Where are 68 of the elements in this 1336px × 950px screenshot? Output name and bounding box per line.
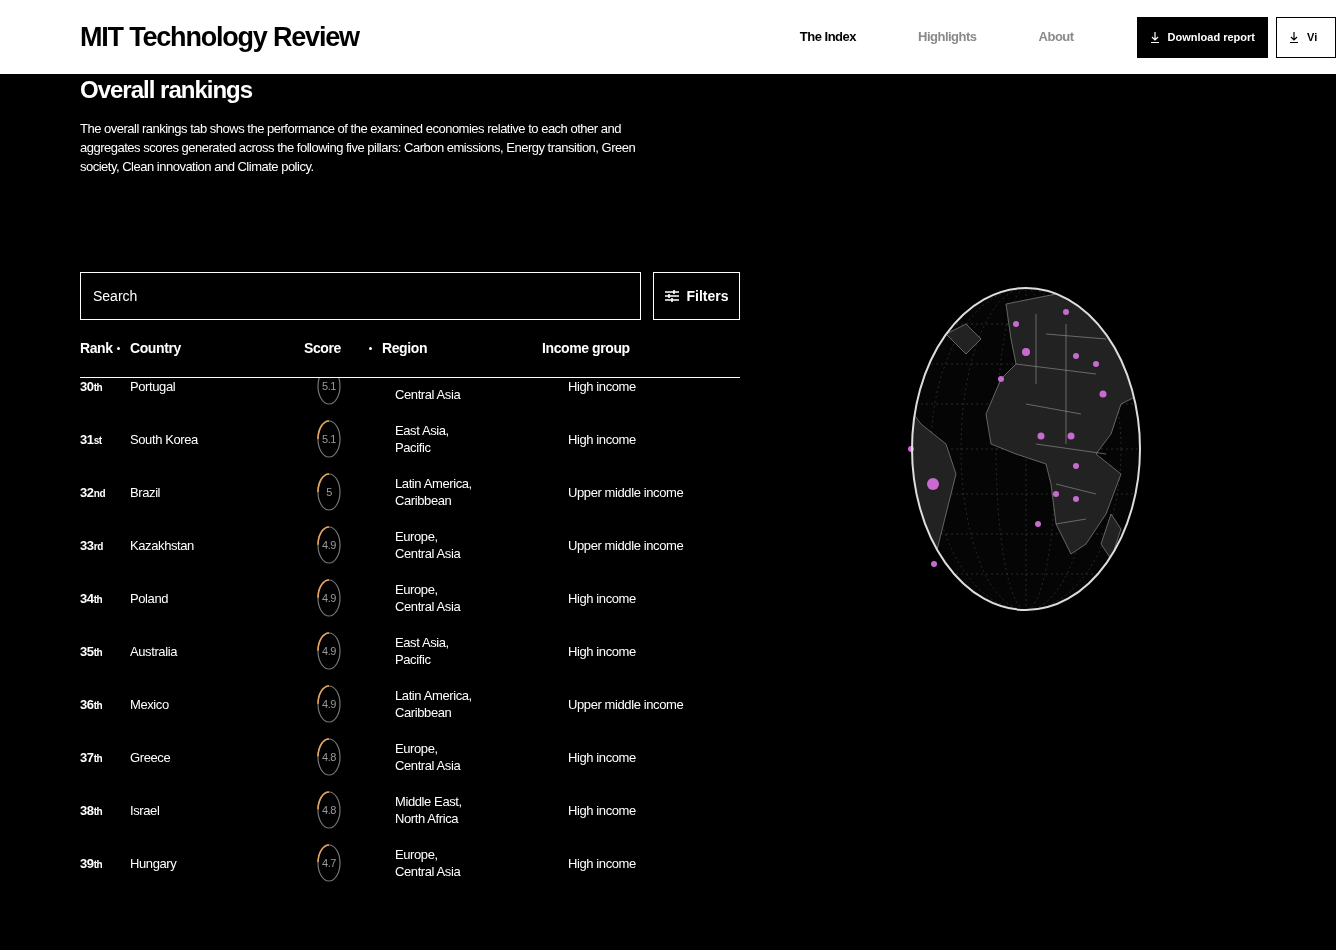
region-cell-text: Latin America, Caribbean bbox=[395, 474, 473, 509]
sliders-icon bbox=[664, 289, 681, 303]
score-value: 4.9 bbox=[321, 591, 337, 604]
column-header[interactable]: Country bbox=[130, 338, 181, 359]
income-cell: Upper middle income bbox=[568, 537, 684, 553]
income-cell: High income bbox=[568, 590, 636, 606]
rank-cell: 34th bbox=[80, 590, 103, 606]
income-cell: Upper middle income bbox=[568, 484, 684, 500]
column-header[interactable]: Income group bbox=[542, 338, 630, 359]
rank-cell: 36th bbox=[80, 696, 103, 712]
region-cell-text: Middle East, North Africa bbox=[395, 792, 463, 827]
country-cell: Brazil bbox=[130, 484, 161, 500]
region-cell-text: Europe, Central Asia bbox=[395, 580, 462, 615]
score-value: 4.9 bbox=[321, 644, 337, 657]
intro-paragraph: The overall rankings tab shows the performance of the examined economies relative to each other and aggregates scores generated across the following five pillars: Carbon emissions, Energy transition, Green society, Clean innovation and Climate policy. bbox=[80, 120, 637, 176]
score-value: 5.1 bbox=[321, 379, 337, 392]
income-cell: High income bbox=[568, 749, 636, 765]
region-cell-text: Europe, Central Asia bbox=[395, 527, 462, 562]
country-cell: Israel bbox=[130, 802, 160, 818]
download-icon bbox=[1289, 31, 1299, 43]
country-cell: Australia bbox=[130, 643, 177, 659]
country-cell: South Korea bbox=[130, 431, 198, 447]
section-heading: Overall rankings bbox=[80, 76, 253, 104]
rank-cell: 35th bbox=[80, 643, 103, 659]
score-value: 4.8 bbox=[321, 750, 337, 763]
score-value: 5.1 bbox=[321, 432, 337, 445]
download-report-button[interactable]: Download report bbox=[1136, 16, 1268, 58]
score-value: 4.7 bbox=[321, 856, 337, 869]
income-cell: High income bbox=[568, 431, 636, 447]
score-value: 5 bbox=[326, 485, 332, 498]
region-cell-text: Latin America, Caribbean bbox=[395, 686, 473, 721]
download-icon bbox=[1149, 31, 1160, 43]
income-cell: Upper middle income bbox=[568, 696, 684, 712]
score-value: 4.8 bbox=[321, 803, 337, 816]
region-cell-text: Europe, Central Asia bbox=[395, 845, 462, 880]
nav-link[interactable]: The Index bbox=[799, 27, 856, 47]
rank-cell: 38th bbox=[80, 802, 103, 818]
region-cell-text: East Asia, Pacific bbox=[395, 421, 450, 456]
score-value: 4.9 bbox=[321, 697, 337, 710]
rank-cell: 33rd bbox=[80, 537, 103, 553]
rank-cell: 32nd bbox=[80, 484, 106, 500]
income-cell: High income bbox=[568, 378, 636, 394]
income-cell: High income bbox=[568, 802, 636, 818]
country-cell: Kazakhstan bbox=[130, 537, 194, 553]
region-cell-text: East Asia, Pacific bbox=[395, 633, 450, 668]
score-value: 4.9 bbox=[321, 538, 337, 551]
download-button[interactable]: Vi bbox=[1276, 16, 1336, 58]
rank-cell: 39th bbox=[80, 855, 103, 871]
site-logo[interactable]: MIT Technology Review bbox=[80, 16, 359, 58]
rank-cell: 31st bbox=[80, 431, 102, 447]
column-header[interactable]: Region bbox=[382, 338, 428, 359]
country-cell: Greece bbox=[130, 749, 171, 765]
sort-icon[interactable] bbox=[369, 347, 372, 350]
income-cell: High income bbox=[568, 643, 636, 659]
sort-icon[interactable] bbox=[117, 347, 120, 350]
income-cell: High income bbox=[568, 855, 636, 871]
region-cell-text: Europe, Central Asia bbox=[395, 739, 462, 774]
filters-button[interactable]: Filters bbox=[653, 272, 740, 320]
rank-cell: 30th bbox=[80, 378, 103, 394]
search-field[interactable]: Search bbox=[80, 272, 641, 320]
country-cell: Portugal bbox=[130, 378, 176, 394]
column-header[interactable]: Rank bbox=[80, 338, 113, 359]
region-cell-text: Central Asia bbox=[395, 386, 462, 403]
column-header[interactable]: Score bbox=[304, 338, 341, 359]
rank-cell: 37th bbox=[80, 749, 103, 765]
country-cell: Hungary bbox=[130, 855, 177, 871]
country-cell: Mexico bbox=[130, 696, 169, 712]
country-cell: Poland bbox=[130, 590, 169, 606]
